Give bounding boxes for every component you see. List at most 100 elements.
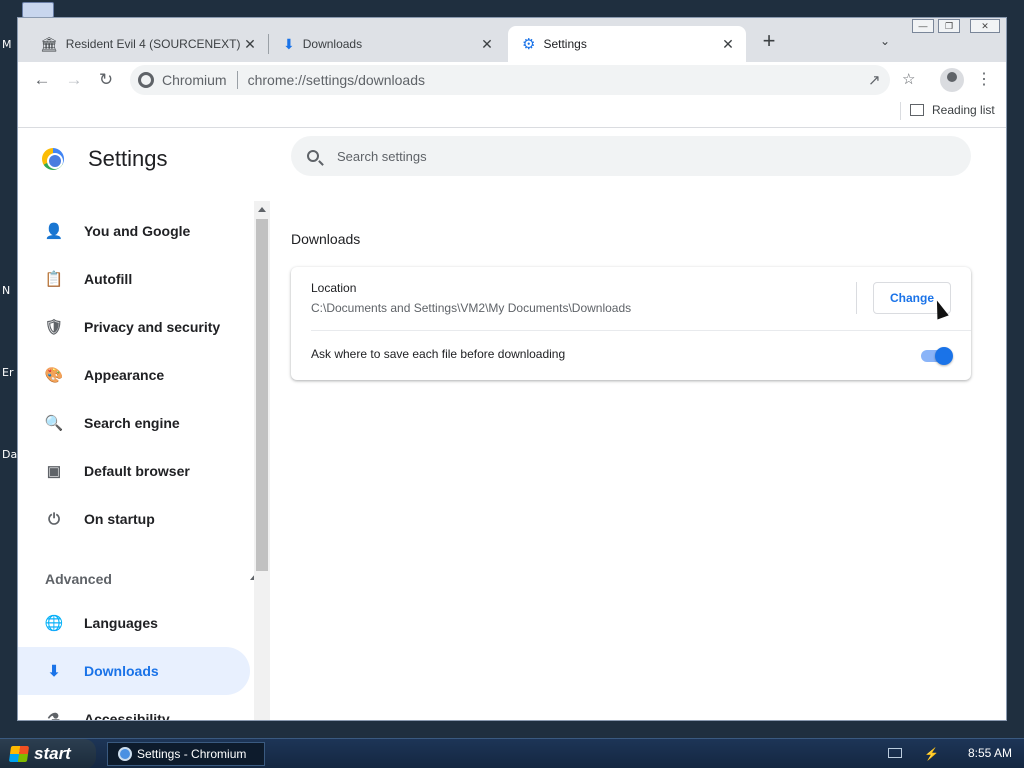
taskbar: start Settings - Chromium ⚡ 8:55 AM [0, 738, 1024, 768]
reading-list-icon [910, 104, 924, 116]
sidebar-item-appearance[interactable]: 🎨 Appearance [18, 351, 250, 399]
browser-toolbar: ← → ↻ Chromium chrome://settings/downloa… [18, 62, 1006, 98]
reload-button[interactable]: ↻ [95, 69, 117, 91]
clipboard-icon: 📋 [44, 271, 64, 288]
sidebar-item-label: Downloads [84, 663, 159, 679]
sidebar-item-label: Default browser [84, 463, 190, 479]
power-icon: ⏻ [48, 510, 60, 528]
location-path: C:\Documents and Settings\VM2\My Documen… [311, 301, 632, 315]
close-icon[interactable]: ✕ [720, 36, 736, 52]
tab-resident-evil[interactable]: 🏛 Resident Evil 4 (SOURCENEXT) - PC ✕ [26, 26, 268, 62]
settings-page: Settings Search settings 👤 You and Googl… [18, 129, 1006, 721]
sidebar-item-you-and-google[interactable]: 👤 You and Google [18, 207, 250, 255]
sidebar-item-default-browser[interactable]: ▣ Default browser [18, 447, 250, 495]
tab-title: Downloads [302, 37, 363, 51]
person-icon: 👤 [44, 223, 64, 240]
sidebar-item-label: Accessibility [84, 711, 170, 721]
sidebar-item-search-engine[interactable]: 🔍 Search engine [18, 399, 250, 447]
divider [900, 102, 901, 120]
desktop-icon[interactable] [22, 2, 54, 18]
start-label: start [34, 744, 71, 763]
menu-icon[interactable]: ⋮ [976, 69, 992, 89]
sidebar-item-label: Autofill [84, 271, 133, 287]
scrollbar-thumb[interactable] [256, 219, 268, 571]
address-bar[interactable]: Chromium chrome://settings/downloads ↗ [130, 65, 890, 95]
sidebar-item-downloads[interactable]: ⬇ Downloads [18, 647, 250, 695]
toggle-knob [935, 347, 953, 365]
new-tab-button[interactable]: + [758, 30, 780, 53]
desktop-label-1: M [2, 38, 12, 51]
page-title: Settings [88, 146, 168, 171]
window-close-button[interactable]: ✕ [970, 19, 1000, 33]
desktop-label-2: N [2, 284, 11, 297]
gear-icon: ⚙ [522, 36, 536, 53]
desktop-label-4: Da [2, 448, 18, 461]
star-icon[interactable]: ☆ [902, 70, 915, 88]
maximize-button[interactable]: ❐ [938, 19, 960, 33]
bank-icon: 🏛 [40, 35, 58, 52]
sidebar-item-label: Languages [84, 615, 158, 631]
sidebar-item-label: Search engine [84, 415, 180, 431]
reading-list-button[interactable]: Reading list [910, 103, 995, 117]
palette-icon: 🎨 [44, 367, 64, 384]
browser-window: 🏛 Resident Evil 4 (SOURCENEXT) - PC ✕ ⬇ … [17, 17, 1007, 721]
tab-strip: 🏛 Resident Evil 4 (SOURCENEXT) - PC ✕ ⬇ … [18, 18, 1006, 62]
download-icon: ⬇ [283, 35, 295, 52]
taskbar-item-label: Settings - Chromium [137, 747, 247, 761]
tab-title: Resident Evil 4 (SOURCENEXT) - PC [65, 37, 242, 51]
advanced-toggle[interactable]: Advanced [45, 571, 254, 587]
search-input[interactable]: Search settings [291, 136, 971, 176]
sidebar-item-autofill[interactable]: 📋 Autofill [18, 255, 250, 303]
section-title: Downloads [291, 231, 361, 247]
url-origin: Chromium [162, 72, 227, 88]
url-divider [236, 71, 238, 89]
divider [856, 282, 857, 314]
minimize-button[interactable]: — [912, 19, 934, 33]
chromium-icon [138, 72, 154, 88]
network-icon[interactable]: ⚡ [924, 747, 940, 761]
sidebar-item-label: You and Google [84, 223, 191, 239]
ask-where-label: Ask where to save each file before downl… [311, 347, 566, 361]
close-icon[interactable]: ✕ [242, 36, 258, 52]
system-clock: 8:55 AM [968, 746, 1013, 760]
close-icon[interactable]: ✕ [479, 36, 495, 52]
sidebar-item-on-startup[interactable]: ⏻ On startup [18, 495, 250, 543]
sidebar-item-label: Appearance [84, 367, 165, 383]
chromium-icon [118, 747, 132, 761]
search-icon [307, 150, 319, 162]
back-button[interactable]: ← [31, 69, 53, 91]
search-placeholder: Search settings [337, 148, 427, 164]
chevron-down-icon[interactable]: ⌄ [880, 34, 890, 48]
windows-flag-icon [8, 746, 30, 762]
desktop-label-3: Er [2, 366, 14, 379]
ask-where-toggle[interactable] [921, 347, 953, 365]
tab-downloads[interactable]: ⬇ Downloads ✕ [269, 26, 505, 62]
keyboard-icon[interactable] [888, 748, 902, 758]
start-button[interactable]: start [0, 739, 96, 768]
sidebar-item-languages[interactable]: 🌐 Languages [18, 599, 250, 647]
advanced-label: Advanced [45, 571, 112, 587]
sidebar-item-privacy[interactable]: 🛡 Privacy and security [18, 303, 250, 351]
url-text: chrome://settings/downloads [247, 72, 426, 88]
download-icon: ⬇ [47, 663, 61, 680]
location-label: Location [311, 281, 357, 295]
scroll-up-arrow[interactable] [258, 207, 266, 212]
settings-sidebar: 👤 You and Google 📋 Autofill 🛡 Privacy an… [18, 199, 254, 721]
tab-title: Settings [543, 37, 587, 51]
profile-avatar[interactable] [940, 68, 964, 92]
tab-settings[interactable]: ⚙ Settings ✕ [508, 26, 746, 62]
chromium-logo [42, 148, 64, 170]
browser-icon: ▣ [46, 463, 62, 480]
sidebar-item-label: Privacy and security [84, 319, 221, 335]
shield-icon: 🛡 [44, 319, 64, 336]
taskbar-item-chromium[interactable]: Settings - Chromium [107, 742, 265, 766]
reading-list-label: Reading list [932, 103, 995, 117]
sidebar-item-accessibility[interactable]: ⚗ Accessibility [18, 695, 250, 721]
accessibility-icon: ⚗ [47, 711, 61, 721]
sidebar-item-label: On startup [84, 511, 155, 527]
divider [311, 330, 971, 331]
bookmarks-bar: Reading list [18, 98, 1006, 128]
share-icon[interactable]: ↗ [868, 71, 881, 89]
forward-button[interactable]: → [63, 69, 85, 91]
downloads-card: Location C:\Documents and Settings\VM2\M… [291, 267, 971, 380]
